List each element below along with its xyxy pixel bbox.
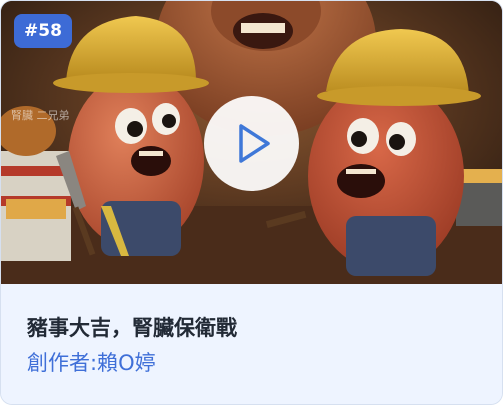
watermark-text: 腎臟 二兄弟 (11, 108, 70, 122)
card-info: 豬事大吉，腎臟保衛戰 創作者:賴O婷 (1, 284, 502, 404)
video-title[interactable]: 豬事大吉，腎臟保衛戰 (27, 312, 237, 342)
episode-badge: #58 (14, 14, 72, 48)
video-thumbnail[interactable]: 腎臟 二兄弟 #58 (1, 1, 502, 284)
author-name: 創作者:賴O婷 (27, 351, 156, 375)
video-card[interactable]: 腎臟 二兄弟 #58 豬事大吉，腎臟保衛戰 創作者:賴O婷 (0, 0, 503, 405)
play-button[interactable] (204, 96, 299, 191)
play-icon (239, 124, 270, 163)
